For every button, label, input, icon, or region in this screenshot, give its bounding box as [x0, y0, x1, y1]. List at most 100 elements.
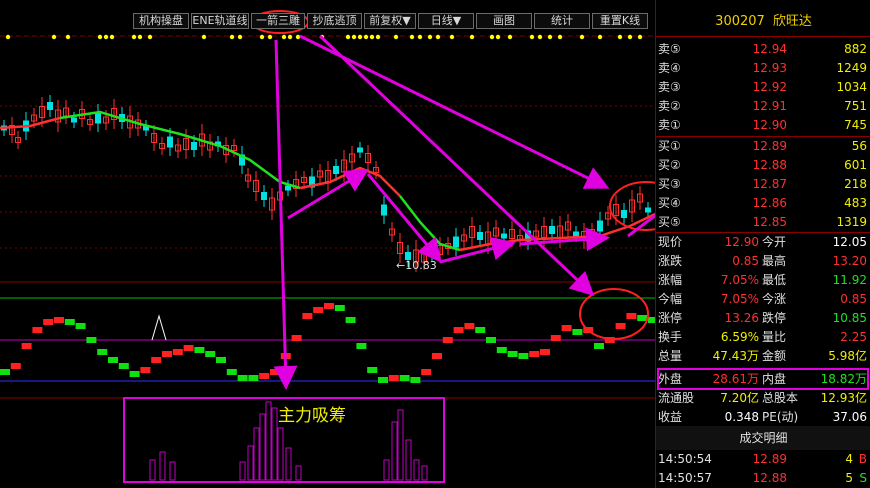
- indicator-step: [302, 313, 313, 319]
- toolbar-button-three-eagles[interactable]: 一箭三雕: [251, 13, 305, 29]
- indicator-step: [637, 315, 648, 321]
- toolbar-button-ene[interactable]: ENE轨道线: [191, 13, 249, 29]
- stat-label: 最低: [762, 273, 787, 287]
- toolbar-button-institutional[interactable]: 机构操盘: [133, 13, 189, 29]
- indicator-step: [259, 373, 270, 379]
- signal-dot: [637, 34, 643, 40]
- ask-row: 卖① 12.90 745: [656, 116, 870, 135]
- volume-bar: [271, 407, 278, 481]
- indicator-step: [475, 327, 486, 333]
- stat-label: 流通股: [658, 391, 695, 405]
- indicator-step: [486, 337, 496, 343]
- signal-dot: [427, 34, 433, 40]
- signal-dot: [5, 34, 11, 40]
- indicator-step: [421, 369, 432, 375]
- stat-row: 总量 47.43万 金额 5.98亿: [656, 347, 870, 366]
- highlight-circle: [579, 288, 649, 340]
- low-price-marker: ←10.83: [396, 259, 437, 272]
- stat-value: 10.85: [832, 311, 867, 325]
- stat-label: 换手: [658, 330, 683, 344]
- candle-body: [597, 220, 603, 232]
- signal-dot: [579, 34, 585, 40]
- candle-body: [549, 226, 555, 234]
- bid-price: 12.87: [752, 177, 787, 191]
- ma-segment: [0, 116, 61, 130]
- indicator-step: [648, 317, 655, 323]
- toolbar-button-reset[interactable]: 重置K线: [592, 13, 648, 29]
- indicator-step: [86, 337, 97, 343]
- toolbar-button-adjust[interactable]: 前复权▼: [364, 13, 416, 29]
- stat-label: 总股本: [762, 391, 799, 405]
- indicator-peak: [151, 314, 167, 341]
- ask-level-label: 卖②: [658, 99, 681, 113]
- stat-value: 2.25: [840, 330, 867, 344]
- trade-side: B: [858, 452, 867, 466]
- indicator-step: [496, 347, 507, 353]
- ask-price: 12.90: [752, 118, 787, 132]
- signal-dot: [449, 34, 455, 40]
- stat-label: 现价: [658, 235, 683, 249]
- signal-dot: [109, 34, 115, 40]
- bid-volume: 601: [844, 158, 867, 172]
- stat-value: 13.26: [724, 311, 759, 325]
- indicator-step: [324, 303, 334, 309]
- trade-volume: 5: [845, 471, 853, 485]
- signal-dot: [201, 34, 207, 40]
- bid-price: 12.88: [752, 158, 787, 172]
- signal-dot: [357, 34, 363, 40]
- toolbar-button-bottom-top[interactable]: 抄底逃顶: [307, 13, 362, 29]
- candle-body: [501, 233, 507, 239]
- signal-dot: [281, 34, 287, 40]
- ask-row: 卖④ 12.93 1249: [656, 59, 870, 78]
- signal-dot: [363, 34, 369, 40]
- candle-body: [477, 232, 483, 240]
- stat-value: 7.05%: [720, 273, 759, 287]
- ask-price: 12.92: [752, 80, 787, 94]
- indicator-step: [237, 375, 248, 381]
- indicator-step: [626, 313, 637, 319]
- indicator-step: [388, 375, 399, 381]
- signal-dot: [547, 34, 553, 40]
- chart-toolbar: 机构操盘 ENE轨道线 一箭三雕 抄底逃顶 前复权▼ 日线▼ 画图 统计 重置K…: [133, 13, 650, 29]
- signal-dot: [147, 34, 153, 40]
- toolbar-button-period[interactable]: 日线▼: [418, 13, 474, 29]
- annotation-overlay: [123, 10, 655, 483]
- trade-detail-header[interactable]: 成交明细: [656, 426, 870, 450]
- annotation-arrow: [273, 39, 298, 390]
- bid-price: 12.85: [752, 215, 787, 229]
- signal-dot: [137, 34, 143, 40]
- stat-value: 0.85: [732, 254, 759, 268]
- ask-volume: 745: [844, 118, 867, 132]
- signal-dot: [435, 34, 441, 40]
- candle-body: [357, 147, 363, 153]
- indicator-step: [172, 349, 183, 355]
- toolbar-button-draw[interactable]: 画图: [476, 13, 532, 29]
- indicator-step: [572, 329, 583, 335]
- signal-dot: [537, 34, 543, 40]
- candle-body: [71, 117, 77, 123]
- indicator-step: [32, 327, 43, 333]
- stat-value: 12.93亿: [820, 391, 867, 405]
- ask-volume: 882: [844, 42, 867, 56]
- price-chart[interactable]: ←10.83 主力吸筹: [0, 0, 655, 488]
- volume-bar: [159, 451, 166, 481]
- indicator-step: [453, 327, 464, 333]
- ask-level-label: 卖④: [658, 61, 681, 75]
- signal-dot: [617, 34, 623, 40]
- toolbar-button-stats[interactable]: 统计: [534, 13, 590, 29]
- bid-level-label: 买④: [658, 196, 681, 210]
- stat-value: 11.92: [832, 273, 867, 287]
- stat-value: 0.85: [840, 292, 867, 306]
- signal-dot: [507, 34, 513, 40]
- indicator-step: [43, 319, 54, 325]
- annotation-label: 主力吸筹: [278, 406, 346, 426]
- indicator-step: [291, 335, 302, 341]
- trade-side: S: [859, 471, 867, 485]
- candle-body: [621, 210, 627, 218]
- indicator-step: [10, 363, 21, 369]
- bid-row: 买⑤ 12.85 1319: [656, 213, 870, 232]
- stock-terminal: ←10.83 主力吸筹 机构操盘 ENE轨道线 一箭三雕 抄底逃顶 前复权▼ 日…: [0, 0, 870, 488]
- indicator-step: [118, 363, 129, 369]
- volume-bar: [277, 427, 284, 481]
- indicator-panel: [0, 303, 655, 383]
